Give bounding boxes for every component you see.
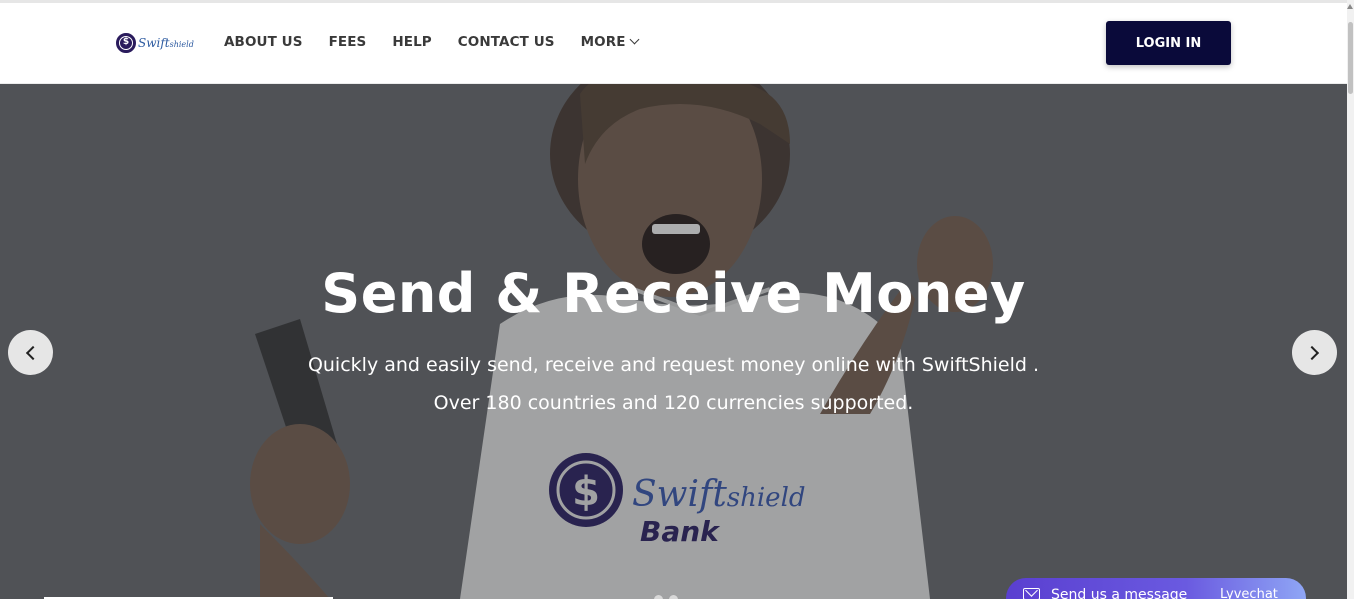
envelope-icon: [1023, 588, 1040, 599]
nav-fees[interactable]: FEES: [329, 34, 367, 50]
hero-subtitle-line-1: Quickly and easily send, receive and req…: [307, 354, 1040, 376]
carousel-dot[interactable]: [669, 595, 678, 599]
carousel-prev-button[interactable]: [8, 330, 53, 375]
main-nav: ABOUT US FEES HELP CONTACT US MORE: [224, 34, 664, 50]
logo-wordmark: Swiftshield: [138, 36, 194, 50]
hero-title: Send & Receive Money: [321, 262, 1026, 325]
nav-contact-us[interactable]: CONTACT US: [458, 34, 555, 50]
page-scrollbar[interactable]: [1347, 0, 1354, 599]
dollar-shield-icon: $: [116, 33, 136, 53]
chevron-right-icon: [1304, 345, 1320, 360]
chat-brand-label: Lyvechat: [1220, 587, 1278, 599]
chevron-down-icon: [629, 34, 639, 45]
hero-carousel: $ Swiftshield Bank Send & Receive Money …: [0, 84, 1347, 599]
carousel-indicators: [654, 595, 684, 599]
nav-more-dropdown[interactable]: MORE: [580, 34, 639, 50]
nav-about-us[interactable]: ABOUT US: [224, 34, 303, 50]
scrollbar-thumb[interactable]: [1348, 22, 1353, 94]
chevron-left-icon: [25, 345, 41, 360]
hero-subtitle-line-2: Over 180 countries and 120 currencies su…: [433, 392, 914, 414]
chat-message-label: Send us a message: [1051, 587, 1188, 599]
top-navbar: $ Swiftshield ABOUT US FEES HELP CONTACT…: [0, 3, 1347, 84]
nav-help[interactable]: HELP: [392, 34, 431, 50]
carousel-dot[interactable]: [654, 595, 663, 599]
scroll-up-arrow-icon[interactable]: [1347, 4, 1353, 9]
carousel-next-button[interactable]: [1292, 330, 1337, 375]
hero-photo: $ Swiftshield Bank: [0, 84, 1347, 599]
site-logo[interactable]: $ Swiftshield: [116, 33, 194, 53]
login-button[interactable]: LOGIN IN: [1106, 21, 1231, 65]
nav-more-label: MORE: [580, 34, 626, 50]
live-chat-widget[interactable]: Send us a message Lyvechat: [1006, 578, 1306, 599]
